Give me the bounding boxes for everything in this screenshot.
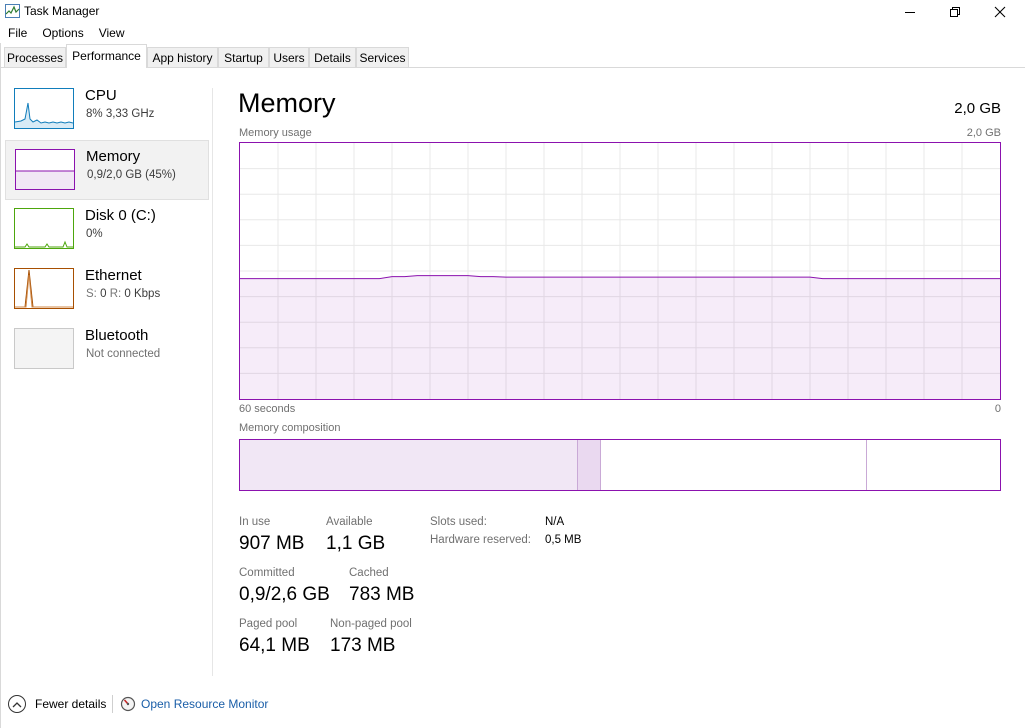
stat-non-paged-pool: Non-paged pool 173 MB	[330, 618, 412, 657]
stat-non-paged-pool-label: Non-paged pool	[330, 618, 412, 630]
open-resource-monitor-link[interactable]: Open Resource Monitor	[120, 694, 268, 714]
ethernet-send-value: 0	[100, 288, 107, 300]
sidebar-item-disk[interactable]: Disk 0 (C:) 0%	[5, 200, 209, 260]
bluetooth-thumbnail-graph	[14, 328, 74, 369]
ethernet-recv-label: R:	[109, 288, 122, 300]
task-manager-icon	[5, 4, 20, 18]
stat-paged-pool: Paged pool 64,1 MB	[239, 618, 310, 657]
memory-usage-plot	[240, 143, 1000, 399]
page-title: Memory	[238, 88, 336, 118]
window-title: Task Manager	[24, 4, 100, 18]
graph-time-left: 60 seconds	[239, 403, 296, 415]
restore-icon	[950, 6, 960, 17]
stat-in-use: In use 907 MB	[239, 516, 304, 555]
resource-monitor-icon	[120, 696, 136, 712]
slots-used-value: N/A	[545, 516, 565, 528]
stat-committed-value: 0,9/2,6 GB	[239, 584, 330, 605]
composition-in-use	[240, 440, 578, 490]
sidebar-bluetooth-sub: Not connected	[86, 348, 161, 360]
stat-committed-label: Committed	[239, 567, 295, 579]
ethernet-recv-value: 0 Kbps	[124, 288, 161, 300]
sidebar-item-ethernet[interactable]: Ethernet S: 0 R: 0 Kbps	[5, 260, 209, 320]
stat-available-value: 1,1 GB	[326, 533, 386, 554]
sidebar-item-cpu[interactable]: CPU 8% 3,33 GHz	[5, 80, 209, 140]
stat-in-use-label: In use	[239, 516, 271, 528]
sidebar-memory-sub: 0,9/2,0 GB (45%)	[87, 169, 176, 181]
window-left-border	[0, 43, 1, 728]
sidebar-item-bluetooth[interactable]: Bluetooth Not connected	[5, 320, 209, 380]
memory-usage-graph	[239, 142, 1001, 400]
tab-startup[interactable]: Startup	[218, 47, 269, 67]
memory-usage-area	[240, 275, 1000, 399]
tab-services[interactable]: Services	[356, 47, 409, 67]
menu-options[interactable]: Options	[34, 23, 90, 43]
memory-thumbnail-graph	[15, 149, 75, 190]
sidebar-disk-title: Disk 0 (C:)	[85, 207, 156, 224]
footer-separator	[112, 695, 113, 713]
memory-total: 2,0 GB	[954, 100, 1001, 117]
stat-cached-value: 783 MB	[349, 584, 415, 605]
disk-thumbnail-graph	[14, 208, 74, 249]
memory-usage-max: 2,0 GB	[966, 127, 1001, 139]
composition-standby	[601, 440, 867, 490]
stat-paged-pool-label: Paged pool	[239, 618, 298, 630]
tab-strip: Processes Performance App history Startu…	[0, 43, 1025, 68]
ethernet-thumbnail-graph	[14, 268, 74, 309]
title-bar: Task Manager	[0, 0, 1025, 23]
minimize-icon	[905, 11, 915, 13]
sidebar-cpu-title: CPU	[85, 87, 117, 104]
open-resource-monitor-label: Open Resource Monitor	[141, 697, 269, 711]
sidebar-cpu-sub: 8% 3,33 GHz	[86, 108, 155, 120]
tab-app-history[interactable]: App history	[147, 47, 218, 67]
composition-free	[867, 440, 1000, 490]
sidebar-disk-sub: 0%	[86, 228, 103, 240]
slots-used-label: Slots used:	[430, 516, 487, 528]
sidebar-ethernet-title: Ethernet	[85, 267, 142, 284]
tab-performance[interactable]: Performance	[66, 44, 147, 68]
menu-file[interactable]: File	[0, 23, 34, 43]
memory-composition-bar	[239, 439, 1001, 491]
fewer-details-button[interactable]: Fewer details	[8, 694, 106, 714]
sidebar-bluetooth-title: Bluetooth	[85, 327, 149, 344]
close-icon	[994, 6, 1006, 17]
hardware-reserved-value: 0,5 MB	[545, 534, 582, 546]
graph-time-right: 0	[994, 403, 1001, 415]
sidebar-divider	[212, 88, 213, 676]
ethernet-send-label: S:	[86, 288, 97, 300]
memory-usage-label: Memory usage	[239, 127, 312, 139]
minimize-button[interactable]	[887, 0, 933, 23]
sidebar-ethernet-sub: S: 0 R: 0 Kbps	[86, 288, 160, 300]
menu-bar: File Options View	[0, 23, 132, 43]
sidebar-item-memory[interactable]: Memory 0,9/2,0 GB (45%)	[5, 140, 209, 200]
composition-modified	[578, 440, 601, 490]
chevron-up-icon	[8, 695, 26, 713]
stat-cached: Cached 783 MB	[349, 567, 414, 606]
memory-composition-label: Memory composition	[239, 422, 341, 434]
fewer-details-label: Fewer details	[35, 697, 107, 711]
stat-available: Available 1,1 GB	[326, 516, 385, 555]
stat-available-label: Available	[326, 516, 373, 528]
tab-details[interactable]: Details	[309, 47, 356, 67]
close-button[interactable]	[977, 0, 1023, 23]
stat-paged-pool-value: 64,1 MB	[239, 635, 310, 656]
cpu-thumbnail-graph	[14, 88, 74, 129]
stat-in-use-value: 907 MB	[239, 533, 305, 554]
sidebar-memory-title: Memory	[86, 148, 141, 165]
tab-users[interactable]: Users	[269, 47, 309, 67]
tab-processes[interactable]: Processes	[4, 47, 66, 67]
hardware-reserved-label: Hardware reserved:	[430, 534, 531, 546]
stat-non-paged-pool-value: 173 MB	[330, 635, 396, 656]
menu-view[interactable]: View	[91, 23, 132, 43]
restore-button[interactable]	[932, 0, 978, 23]
stat-committed: Committed 0,9/2,6 GB	[239, 567, 330, 606]
stat-cached-label: Cached	[349, 567, 389, 579]
